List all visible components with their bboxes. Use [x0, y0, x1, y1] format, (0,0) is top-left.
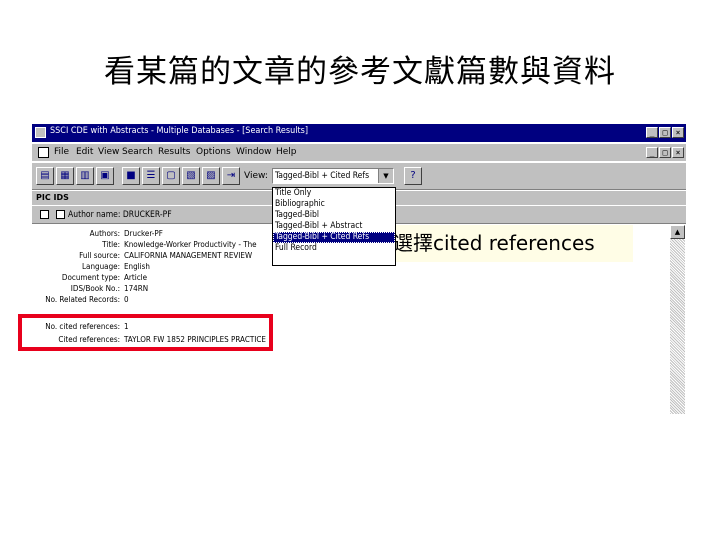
author-name: Author name: DRUCKER-PF	[68, 210, 172, 220]
doc-minimize-button[interactable]: _	[646, 147, 658, 158]
view-option-title-only[interactable]: Title Only	[273, 188, 395, 199]
record-row: Document type: Article	[32, 272, 332, 283]
toolbar: ▤ ▦ ▥ ▣ ■ ☰ ▢ ▧ ▨ ⇥ View: Tagged-Bibl + …	[32, 162, 686, 190]
save-icon[interactable]: ▦	[56, 167, 74, 185]
vertical-scrollbar[interactable]: ▲	[670, 225, 685, 414]
subbar-text: PIC IDS	[36, 193, 69, 202]
document-icon[interactable]	[38, 147, 49, 158]
highlight-box	[18, 314, 273, 351]
window-title: SSCI CDE with Abstracts - Multiple Datab…	[50, 126, 309, 136]
record-row: IDS/Book No.: 174RN	[32, 283, 332, 294]
record-value: CALIFORNIA MANAGEMENT REVIEW	[124, 251, 253, 260]
record-value: Knowledge-Worker Productivity - The	[124, 240, 257, 249]
chevron-down-icon[interactable]: ▼	[378, 169, 393, 183]
related-icon[interactable]: ▧	[182, 167, 200, 185]
list-icon[interactable]: ☰	[142, 167, 160, 185]
help-button[interactable]: ?	[404, 167, 422, 185]
maximize-button[interactable]: □	[659, 127, 671, 138]
record-label: Full source:	[79, 251, 120, 260]
view-option-tagged-cited-refs[interactable]: Tagged-Bibl + Cited Refs	[273, 232, 395, 243]
view-option-bibliographic[interactable]: Bibliographic	[273, 199, 395, 210]
close-button[interactable]: ×	[672, 127, 684, 138]
record-value: Article	[124, 273, 148, 282]
menu-results[interactable]: Results	[158, 147, 191, 157]
slide-title: 看某篇的文章的參考文獻篇數與資料	[104, 54, 616, 90]
menu-search[interactable]: Search	[122, 147, 153, 157]
view-option-tagged-abstract[interactable]: Tagged-Bibl + Abstract	[273, 221, 395, 232]
window-titlebar[interactable]: SSCI CDE with Abstracts - Multiple Datab…	[32, 124, 686, 142]
annotation-callout: 選擇cited references	[383, 225, 633, 262]
record-value: English	[124, 262, 150, 271]
view-option-tagged-bibl[interactable]: Tagged-Bibl	[273, 210, 395, 221]
copy-icon[interactable]: ▣	[96, 167, 114, 185]
cited-icon[interactable]: ▨	[202, 167, 220, 185]
record-value: 0	[124, 295, 129, 304]
scroll-up-icon[interactable]: ▲	[670, 225, 685, 239]
record-label: Document type:	[61, 273, 120, 282]
export-icon[interactable]: ▥	[76, 167, 94, 185]
view-dropdown-list: Title Only Bibliographic Tagged-Bibl Tag…	[272, 187, 396, 266]
record-label: Title:	[102, 240, 120, 249]
minimize-button[interactable]: _	[646, 127, 658, 138]
record-label: No. Related Records:	[45, 295, 120, 304]
menu-bar: File Edit View Search Results Options Wi…	[32, 144, 686, 161]
record-label: IDS/Book No.:	[70, 284, 120, 293]
menu-window[interactable]: Window	[236, 147, 272, 157]
record-row: No. Related Records: 0	[32, 294, 332, 305]
mark-checkbox[interactable]	[56, 210, 65, 219]
menu-view[interactable]: View	[98, 147, 119, 157]
select-checkbox[interactable]	[40, 210, 49, 219]
menu-options[interactable]: Options	[196, 147, 231, 157]
record-value: Drucker-PF	[124, 229, 163, 238]
view-select[interactable]: Tagged-Bibl + Cited Refs ▼	[272, 168, 394, 184]
record-value: 174RN	[124, 284, 149, 293]
app-icon[interactable]	[35, 127, 46, 138]
mark-icon[interactable]: ■	[122, 167, 140, 185]
view-select-value: Tagged-Bibl + Cited Refs	[275, 171, 370, 181]
app-window: SSCI CDE with Abstracts - Multiple Datab…	[32, 124, 686, 414]
print-icon[interactable]: ▤	[36, 167, 54, 185]
record-label: Authors:	[89, 229, 120, 238]
menu-help[interactable]: Help	[276, 147, 297, 157]
doc-icon[interactable]: ▢	[162, 167, 180, 185]
menu-file[interactable]: File	[54, 147, 69, 157]
last-icon[interactable]: ⇥	[222, 167, 240, 185]
doc-close-button[interactable]: ×	[672, 147, 684, 158]
doc-maximize-button[interactable]: □	[659, 147, 671, 158]
view-option-full-record[interactable]: Full Record	[273, 243, 395, 254]
record-label: Language:	[82, 262, 120, 271]
view-label: View:	[244, 171, 268, 181]
menu-edit[interactable]: Edit	[76, 147, 93, 157]
